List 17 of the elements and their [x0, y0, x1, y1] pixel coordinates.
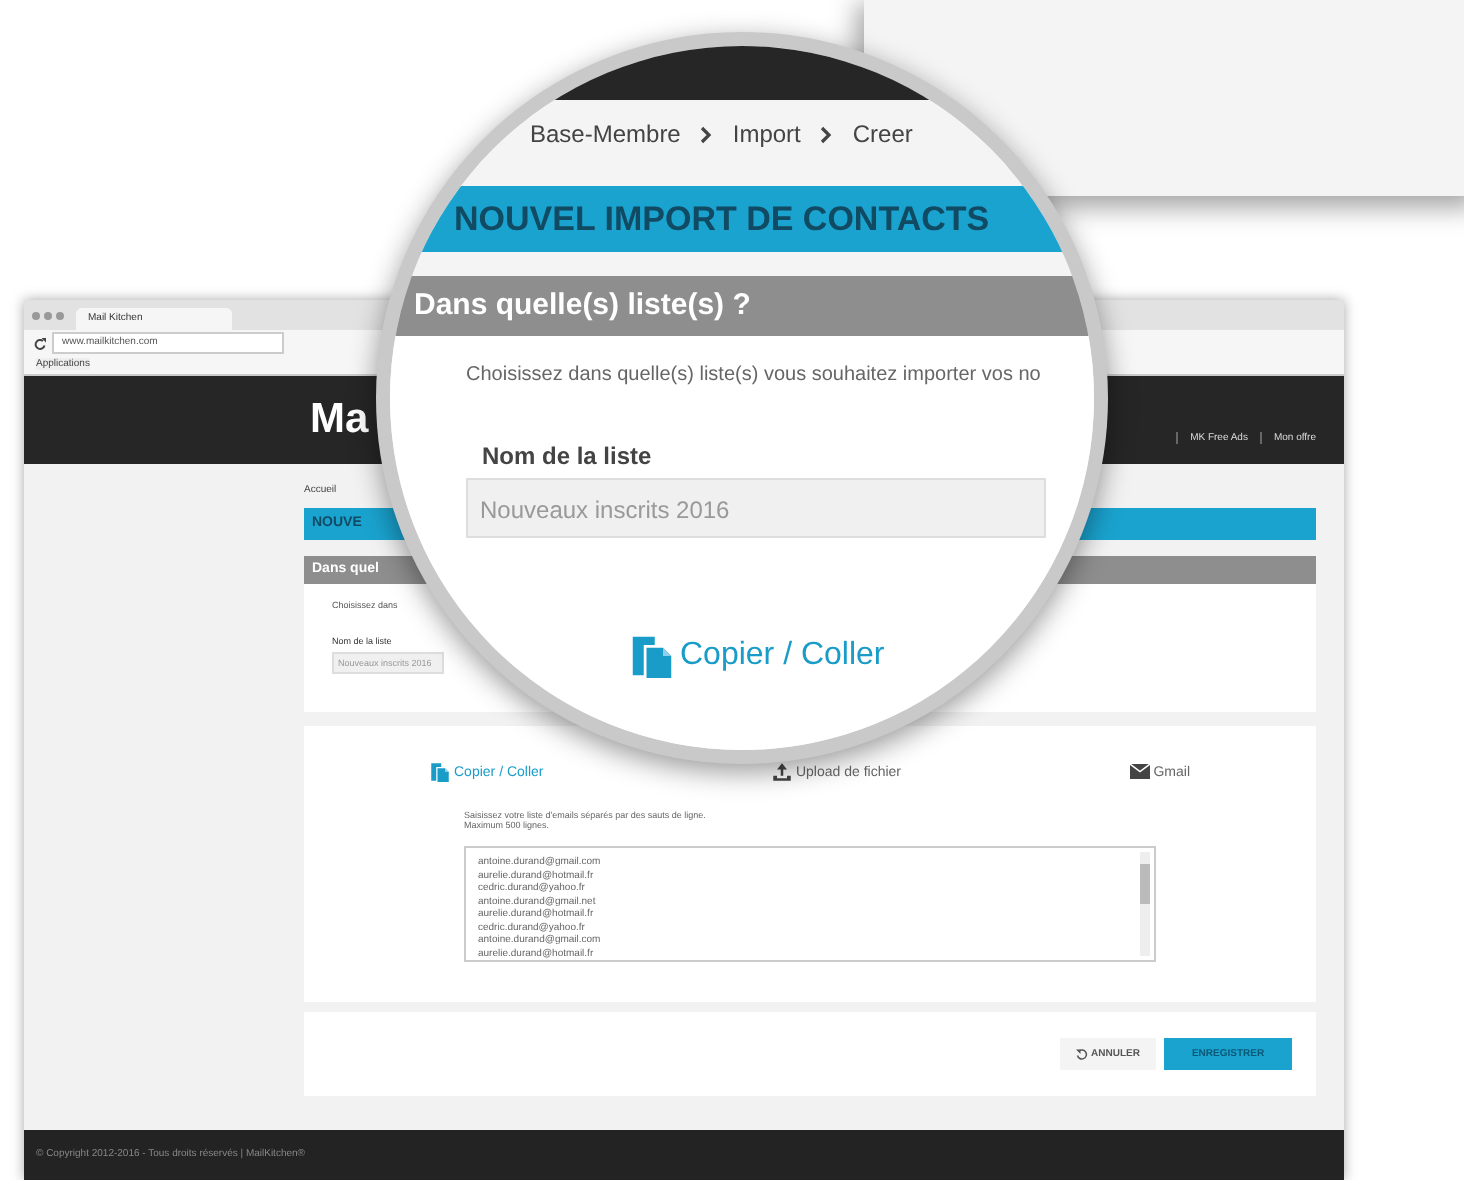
breadcrumb-link[interactable]: Import — [732, 120, 801, 148]
window-controls-icon[interactable] — [32, 311, 64, 319]
breadcrumb-link[interactable]: Base-Membre — [530, 120, 681, 148]
envelope-icon — [1129, 764, 1150, 780]
intro-text: Choisissez dans quelle(s) liste(s) vous souhaitez importer vos no — [466, 364, 1041, 386]
undo-icon — [1075, 1048, 1088, 1060]
breadcrumb-link[interactable]: Creer — [852, 120, 913, 148]
scrollbar[interactable] — [1140, 852, 1150, 956]
chevron-icon — [700, 125, 713, 143]
upload-icon — [771, 762, 792, 782]
clipboard-icon — [630, 634, 674, 678]
field-label: Nom de la liste — [482, 442, 652, 470]
section-title: Dans quelle(s) liste(s) ? — [390, 276, 1094, 336]
clipboard-icon — [430, 762, 450, 782]
logo: Ma — [310, 396, 369, 444]
reload-icon[interactable] — [34, 337, 46, 349]
chevron-icon — [820, 125, 833, 143]
